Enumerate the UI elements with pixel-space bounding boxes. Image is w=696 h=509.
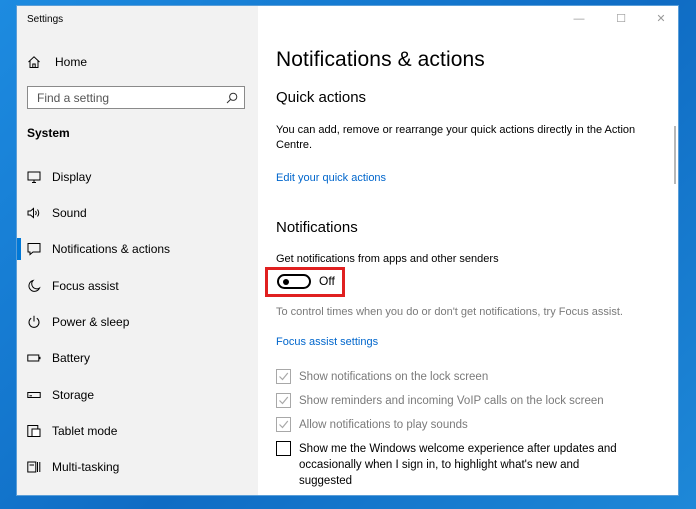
checkbox-label: Show reminders and incoming VoIP calls o… xyxy=(299,395,604,407)
search-icon xyxy=(226,92,238,104)
minimize-button[interactable]: — xyxy=(564,10,594,30)
sidebar-item-label: Storage xyxy=(52,388,95,402)
sidebar-item-storage[interactable]: Storage xyxy=(17,382,258,408)
tablet-mode-icon xyxy=(27,425,41,437)
active-indicator xyxy=(17,238,21,260)
focus-assist-settings-link[interactable]: Focus assist settings xyxy=(276,336,378,348)
notifications-toggle[interactable] xyxy=(277,274,311,289)
sidebar-item-label: Power & sleep xyxy=(52,315,130,329)
quick-actions-heading: Quick actions xyxy=(276,89,367,106)
search-input[interactable]: Find a setting xyxy=(27,86,245,109)
checkbox[interactable] xyxy=(276,393,291,408)
checkbox-label: Show notifications on the lock screen xyxy=(299,371,489,383)
edit-quick-actions-link[interactable]: Edit your quick actions xyxy=(276,172,386,184)
system-heading: System xyxy=(27,126,70,140)
checkmark-icon xyxy=(279,372,289,381)
sidebar-item-label: Multi-tasking xyxy=(52,460,120,474)
notifications-icon xyxy=(27,243,41,256)
sidebar-item-display[interactable]: Display xyxy=(17,164,258,190)
battery-icon xyxy=(27,354,41,362)
checkmark-icon xyxy=(279,396,289,405)
display-icon xyxy=(27,171,41,183)
sidebar-item-multitasking[interactable]: Multi-tasking xyxy=(17,454,258,480)
app-title: Settings xyxy=(27,14,64,25)
page-title: Notifications & actions xyxy=(276,48,485,71)
sidebar-item-power-sleep[interactable]: Power & sleep xyxy=(17,309,258,335)
main-content: — ☐ ✕ Notifications & actions Quick acti… xyxy=(258,6,678,495)
home-nav-item[interactable]: Home xyxy=(27,52,87,72)
multitasking-icon xyxy=(27,461,41,473)
focus-assist-icon xyxy=(28,279,41,292)
checkbox[interactable] xyxy=(276,441,291,456)
checkmark-icon xyxy=(279,420,289,429)
sidebar-item-label: Sound xyxy=(52,206,87,220)
home-label: Home xyxy=(55,55,88,69)
checkbox[interactable] xyxy=(276,369,291,384)
sidebar-item-focus-assist[interactable]: Focus assist xyxy=(17,273,258,299)
power-icon xyxy=(28,315,40,328)
checkbox[interactable] xyxy=(276,417,291,432)
home-icon xyxy=(28,56,40,68)
maximize-button[interactable]: ☐ xyxy=(606,10,636,30)
sidebar-item-label: Tablet mode xyxy=(52,424,118,438)
sidebar-item-notifications[interactable]: Notifications & actions xyxy=(17,236,258,262)
close-button[interactable]: ✕ xyxy=(646,10,676,30)
sidebar: Settings Home Find a setting System Disp… xyxy=(17,6,258,495)
focus-assist-hint: To control times when you do or don't ge… xyxy=(276,306,623,318)
sidebar-item-label: Display xyxy=(52,170,92,184)
sidebar-item-label: Notifications & actions xyxy=(52,242,171,256)
toggle-state-label: Off xyxy=(319,274,335,288)
sidebar-item-sound[interactable]: Sound xyxy=(17,200,258,226)
sidebar-item-tablet-mode[interactable]: Tablet mode xyxy=(17,418,258,444)
settings-window: Settings Home Find a setting System Disp… xyxy=(17,6,678,495)
notifications-heading: Notifications xyxy=(276,219,358,236)
search-placeholder: Find a setting xyxy=(37,91,110,105)
sidebar-item-battery[interactable]: Battery xyxy=(17,345,258,371)
toggle-knob xyxy=(283,279,289,285)
storage-icon xyxy=(27,392,41,398)
checkbox-label: Show me the Windows welcome experience a… xyxy=(299,443,617,487)
quick-actions-description: You can add, remove or rearrange your qu… xyxy=(276,124,636,151)
sidebar-item-label: Focus assist xyxy=(52,279,119,293)
checkbox-label: Allow notifications to play sounds xyxy=(299,419,468,431)
get-notifications-label: Get notifications from apps and other se… xyxy=(276,253,499,265)
sound-icon xyxy=(27,207,40,219)
sidebar-item-label: Battery xyxy=(52,351,91,365)
scrollbar[interactable] xyxy=(674,126,676,184)
